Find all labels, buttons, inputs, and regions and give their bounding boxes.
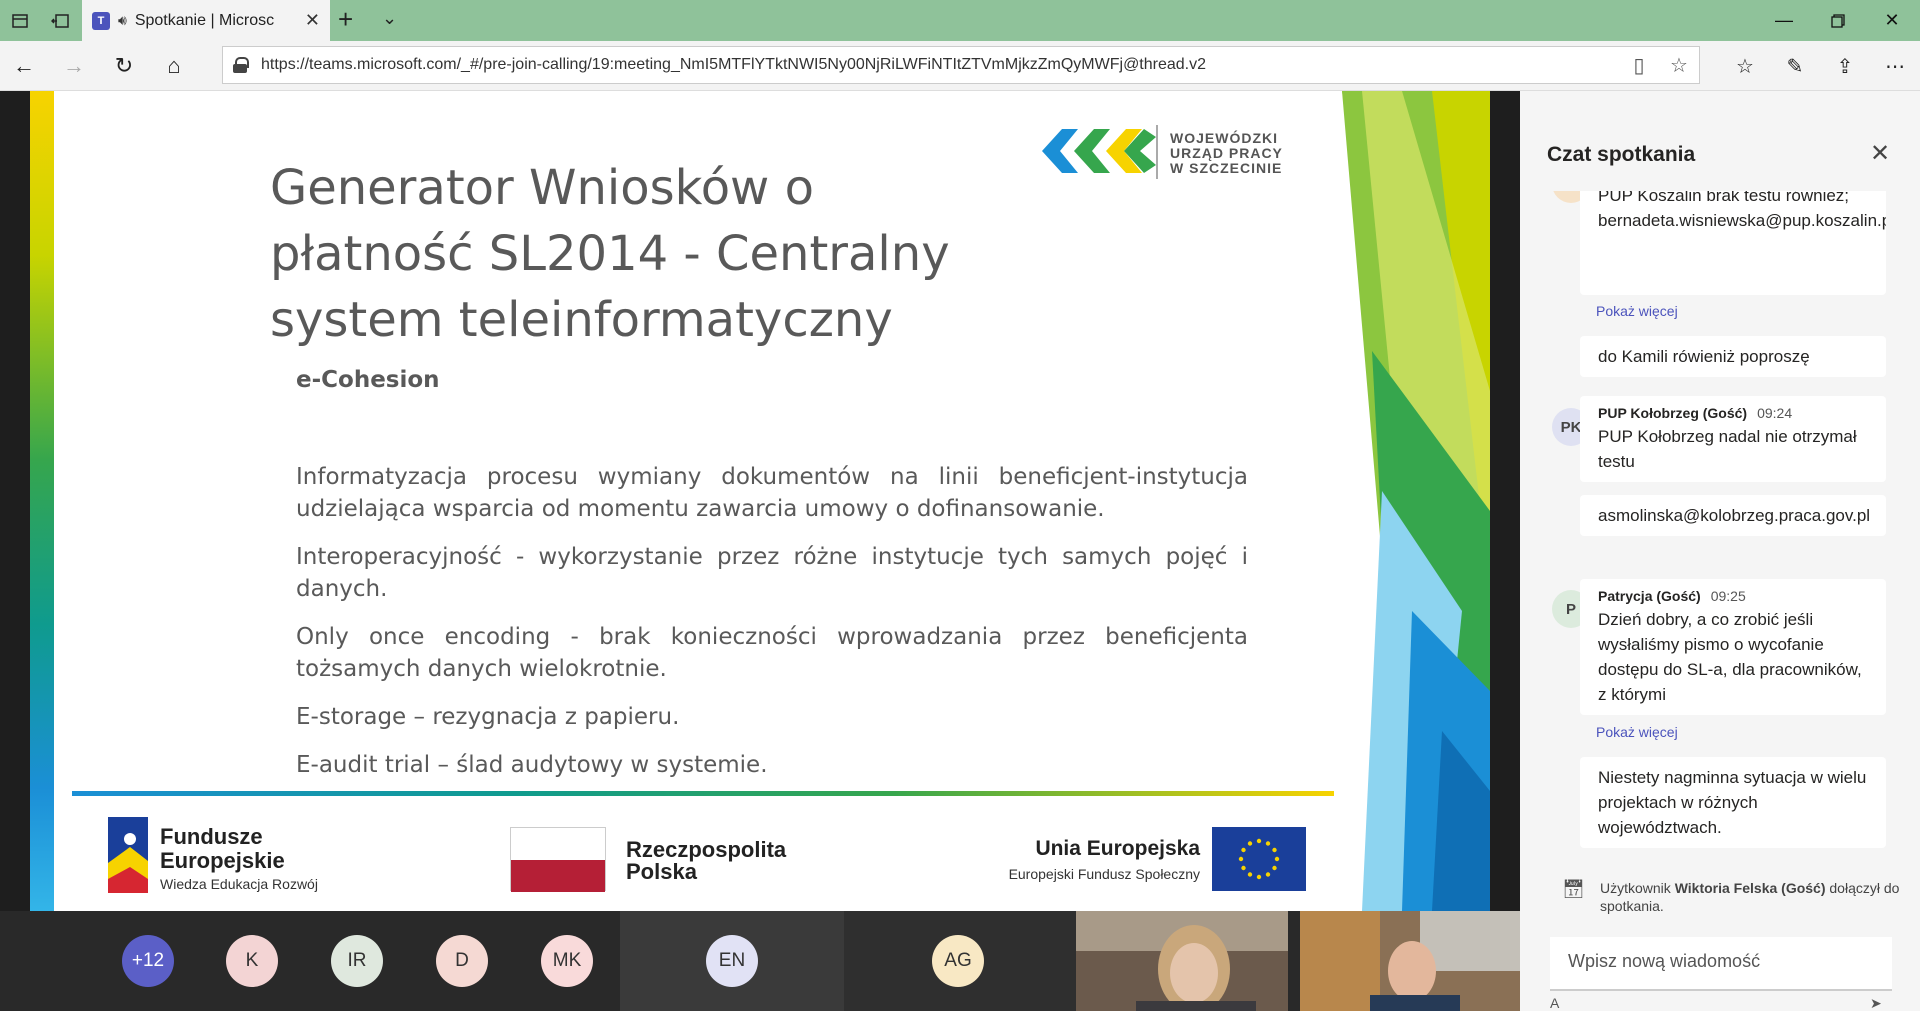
system-message: Użytkownik Wiktoria Felska (Gość) dołącz… (1600, 880, 1900, 914)
meeting-chat-panel: Czat spotkania ✕ PUP Koszalin brak testu… (1520, 91, 1920, 1011)
address-bar: ← → ↻ ⌂ https://teams.microsoft.com/_#/p… (0, 41, 1920, 91)
video-frame-man (1300, 911, 1520, 1011)
slide-subtitle: e-Cohesion (296, 367, 440, 393)
close-window-icon[interactable]: ✕ (1864, 0, 1920, 41)
refresh-icon[interactable]: ↻ (106, 49, 142, 83)
send-icon[interactable]: ➤ (1870, 995, 1882, 1012)
tabs-aside-icon[interactable] (40, 0, 80, 41)
tab-actions-icon[interactable] (0, 0, 40, 41)
slide-paragraph: E-audit trial – ślad audytowy w systemie… (296, 752, 768, 778)
fe-program: Wiedza Edukacja Rozwój (160, 876, 318, 892)
avatar[interactable]: IR (331, 935, 383, 987)
forward-arrow-icon[interactable]: → (56, 49, 92, 83)
teams-favicon-icon: T (92, 11, 110, 30)
more-icon[interactable]: ⋯ (1875, 49, 1915, 83)
format-icon[interactable]: A (1550, 995, 1559, 1011)
chevron-down-icon[interactable]: ⌄ (382, 8, 397, 29)
chat-messages[interactable]: PUP Koszalin brak testu również; bernade… (1520, 191, 1920, 891)
slide-paragraph: Interoperacyjność - wykorzystanie przez … (296, 544, 1248, 602)
new-tab-icon[interactable]: + (338, 4, 353, 35)
slide-paragraph: E-storage – rezygnacja z papieru. (296, 704, 680, 730)
slide-decoration (1342, 91, 1490, 911)
lock-icon[interactable] (233, 57, 249, 73)
eu-flag-icon (1212, 827, 1306, 891)
favorite-star-icon[interactable]: ☆ (1659, 53, 1699, 78)
chat-message[interactable]: Patrycja (Gość) 09:25 Dzień dobry, a co z… (1580, 579, 1886, 715)
participant-video[interactable] (1076, 911, 1288, 1011)
avatar[interactable]: +12 (122, 935, 174, 987)
new-message-input[interactable]: Wpisz nową wiadomość (1550, 937, 1892, 991)
slide-body: Informatyzacja procesu wymiany dokumentó… (296, 461, 1248, 797)
participant-tile[interactable]: AG (844, 911, 1076, 1011)
share-icon[interactable]: ⇪ (1825, 49, 1865, 83)
ue-fund: Europejski Fundusz Społeczny (1008, 866, 1200, 882)
close-icon[interactable]: ✕ (1870, 139, 1890, 168)
show-more-link[interactable]: Pokaż więcej (1596, 724, 1678, 740)
chat-title: Czat spotkania (1547, 143, 1696, 166)
chat-header: Czat spotkania ✕ (1520, 91, 1920, 191)
reading-view-icon[interactable]: ▯ (1619, 53, 1659, 78)
slide-title: Generator Wniosków o płatność SL2014 - C… (270, 160, 950, 348)
chat-message[interactable]: Niestety nagminna sytuacja w wielu proje… (1580, 757, 1886, 848)
participants-strip: +12 K IR D MK EN AG (0, 911, 1520, 1011)
slide-gradient-rule (72, 791, 1334, 796)
speaker-icon[interactable]: 🔊︎ (118, 12, 127, 29)
ue-name: Unia Europejska (1035, 837, 1200, 860)
browser-tab-bar: T 🔊︎ Spotkanie | Microsc ✕ + ⌄ — ✕ (0, 0, 1920, 41)
poland-flag-icon (510, 827, 606, 892)
participant-tile[interactable]: +12 K IR D MK (0, 911, 620, 1011)
chat-message[interactable]: PUP Kołobrzeg (Gość) 09:24 PUP Kołobrzeg … (1580, 396, 1886, 482)
compose-toolbar: A ➤ (1550, 995, 1890, 1011)
slide-paragraph: Informatyzacja procesu wymiany dokumentó… (296, 464, 1248, 522)
participant-video[interactable] (1300, 911, 1520, 1011)
wup-logo-text: WOJEWÓDZKI URZĄD PRACY W SZCZECINIE (1170, 130, 1283, 176)
restore-icon[interactable] (1810, 0, 1866, 41)
chat-message[interactable]: do Kamili rówieniż poproszę (1580, 336, 1886, 377)
shared-slide: WOJEWÓDZKI URZĄD PRACY W SZCZECINIE Gene… (30, 91, 1490, 911)
meeting-stage: WOJEWÓDZKI URZĄD PRACY W SZCZECINIE Gene… (0, 91, 1520, 911)
url-field[interactable]: https://teams.microsoft.com/_#/pre-join-… (222, 46, 1700, 84)
browser-tab-active[interactable]: T 🔊︎ Spotkanie | Microsc ✕ (82, 0, 330, 41)
chat-message[interactable]: PUP Koszalin brak testu również; bernade… (1580, 191, 1886, 295)
wup-logo-divider (1156, 125, 1158, 179)
minimize-icon[interactable]: — (1756, 0, 1812, 41)
show-more-link[interactable]: Pokaż więcej (1596, 303, 1678, 319)
avatar[interactable]: K (226, 935, 278, 987)
avatar[interactable]: MK (541, 935, 593, 987)
slide-color-stripe (30, 91, 54, 911)
fe-name: Fundusze Europejskie (160, 824, 285, 873)
chat-message[interactable]: asmolinska@kolobrzeg.praca.gov.pl (1580, 495, 1886, 536)
back-arrow-icon[interactable]: ← (6, 49, 42, 83)
participant-tile[interactable]: EN (620, 911, 844, 1011)
pen-icon[interactable]: ✎ (1775, 49, 1815, 83)
tab-close-icon[interactable]: ✕ (305, 10, 320, 31)
rp-name: Rzeczpospolita Polska (626, 837, 787, 884)
video-frame-woman (1076, 911, 1288, 1011)
avatar[interactable]: AG (932, 935, 984, 987)
avatar[interactable]: EN (706, 935, 758, 987)
home-icon[interactable]: ⌂ (156, 49, 192, 83)
slide-paragraph: Only once encoding - brak konieczności w… (296, 624, 1248, 682)
tab-title: Spotkanie | Microsc (134, 11, 275, 29)
calendar-join-icon: 📅︎ (1562, 879, 1585, 899)
url-text[interactable]: https://teams.microsoft.com/_#/pre-join-… (261, 56, 1619, 74)
avatar[interactable]: D (436, 935, 488, 987)
favorites-list-icon[interactable]: ☆ (1725, 49, 1765, 83)
